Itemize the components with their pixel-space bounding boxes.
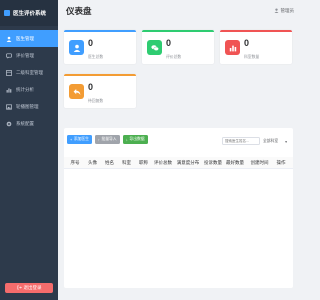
stat-label: 医生总数: [88, 55, 104, 59]
column-header: 头像: [88, 159, 97, 165]
column-header: 评价总数: [154, 159, 172, 165]
department-filter-select[interactable]: 全部科室 ▾: [262, 137, 288, 145]
sidebar-item-label: 系统配置: [16, 120, 34, 126]
column-header: 操作: [276, 159, 286, 165]
logout-label: 退出登录: [23, 285, 42, 290]
brand-title: 医生评价系统: [13, 11, 47, 17]
image-icon: [6, 103, 12, 110]
stat-card-doctors: 0 医生总数: [64, 30, 136, 64]
stat-value: 0: [244, 38, 250, 48]
add-doctor-label: 添加医生: [73, 137, 89, 141]
stat-card-reviews: 0 评价总数: [142, 30, 214, 64]
column-header: 序号: [70, 159, 80, 165]
sidebar: 医生评价系统 医生管理 评价管理 二级科室管理 统计分析 轮播图管理 系统配置 …: [0, 0, 58, 300]
stat-label: 科室数量: [244, 55, 260, 59]
stat-label: 评价总数: [166, 55, 182, 59]
plus-icon: +: [70, 137, 73, 142]
stat-card-departments: 0 科室数量: [220, 30, 292, 64]
logout-button[interactable]: 退出登录: [5, 283, 53, 293]
stat-card-pending: 0 待回复数: [64, 74, 136, 108]
sidebar-item-statistics[interactable]: 统计分析: [0, 81, 58, 98]
filter-value: 全部科室: [263, 138, 279, 143]
stat-value: 0: [88, 82, 94, 92]
sidebar-item-departments[interactable]: 二级科室管理: [0, 64, 58, 81]
doctor-icon: [6, 36, 12, 42]
logout-icon: [17, 285, 22, 291]
user-menu[interactable]: 管理员: [274, 8, 295, 14]
sidebar-item-doctors[interactable]: 医生管理: [0, 30, 58, 47]
export-label: 导出数据: [129, 137, 145, 141]
stat-value: 0: [166, 38, 172, 48]
column-header: 创建时间: [250, 159, 269, 165]
sidebar-item-label: 二级科室管理: [16, 69, 43, 75]
bar-chart-icon: [225, 40, 240, 55]
column-header: 科室: [122, 159, 131, 165]
brand: 医生评价系统: [0, 0, 58, 26]
stat-cards: 0 医生总数 0 评价总数 0 科室数量 0 待回复数: [58, 22, 300, 114]
chart-icon: [6, 87, 12, 93]
export-button[interactable]: ↓ 导出数据: [123, 135, 148, 144]
user-icon: [274, 8, 279, 14]
upload-icon: ↑: [98, 137, 100, 142]
page-title: 仪表盘: [66, 6, 92, 16]
brand-logo-icon: [4, 10, 10, 16]
column-header: 职称: [139, 159, 148, 165]
sidebar-item-label: 轮播图管理: [16, 103, 39, 109]
sidebar-menu: 医生管理 评价管理 二级科室管理 统计分析 轮播图管理 系统配置: [0, 30, 58, 132]
column-header: 姓名: [105, 159, 114, 165]
department-icon: [6, 69, 12, 76]
sidebar-item-carousel[interactable]: 轮播图管理: [0, 98, 58, 115]
bulk-import-label: 批量导入: [101, 137, 117, 141]
stat-label: 待回复数: [88, 99, 104, 103]
table-header: 序号 头像 姓名 科室 职称 评价总数 满意度分布 投诉数量 最好数量 创建时间…: [64, 157, 293, 169]
chat-icon: [147, 40, 162, 55]
reply-icon: [69, 84, 84, 99]
doctor-list-panel: + 添加医生 ↑ 批量导入 ↓ 导出数据 全部科室 ▾ 序号 头像 姓名 科室 …: [64, 128, 293, 288]
download-icon: ↓: [126, 137, 128, 142]
comment-icon: [6, 52, 12, 59]
chevron-down-icon: ▾: [285, 139, 287, 144]
user-name: 管理员: [280, 8, 295, 13]
add-doctor-button[interactable]: + 添加医生: [67, 135, 92, 144]
column-header: 投诉数量: [204, 159, 222, 165]
column-header: 满意度分布: [176, 159, 200, 165]
sidebar-item-label: 统计分析: [16, 86, 34, 92]
user-icon: [69, 40, 84, 55]
sidebar-item-reviews[interactable]: 评价管理: [0, 47, 58, 64]
sidebar-item-settings[interactable]: 系统配置: [0, 115, 58, 132]
stat-value: 0: [88, 38, 94, 48]
gear-icon: [6, 121, 12, 127]
column-header: 最好数量: [226, 159, 244, 165]
bulk-import-button[interactable]: ↑ 批量导入: [95, 135, 120, 144]
search-input[interactable]: [222, 137, 260, 145]
sidebar-item-label: 医生管理: [16, 35, 34, 41]
toolbar: + 添加医生 ↑ 批量导入 ↓ 导出数据: [67, 135, 148, 144]
topbar: 仪表盘 管理员: [58, 0, 300, 22]
sidebar-item-label: 评价管理: [16, 52, 34, 58]
